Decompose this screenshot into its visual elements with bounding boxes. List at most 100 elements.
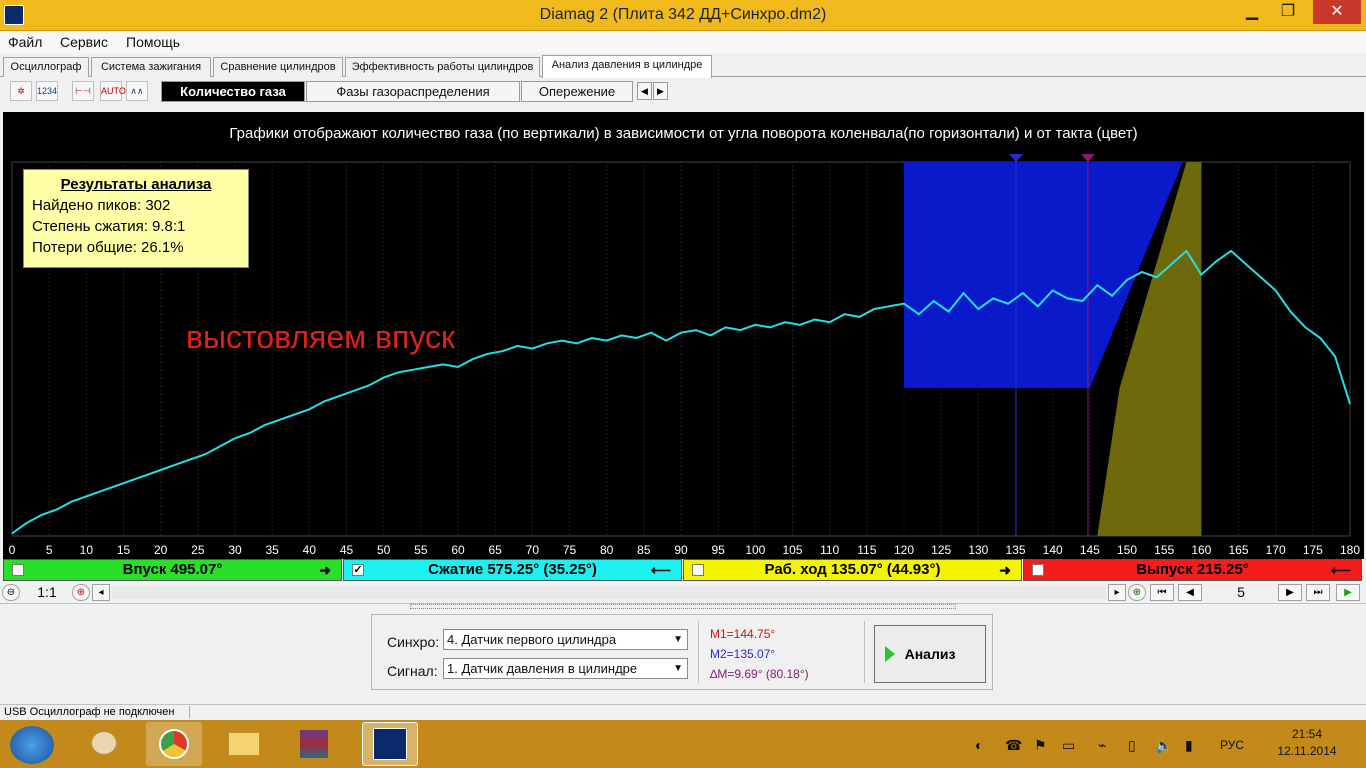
divider (864, 621, 865, 683)
x-tick-label: 145 (1080, 543, 1100, 557)
tabs-scroll-right[interactable]: ▶ (653, 82, 668, 100)
arrow-left-icon[interactable]: ⟵ (651, 560, 671, 580)
zoom-in-icon[interactable]: ⊕ (72, 584, 90, 601)
globe-icon[interactable]: ◐ (975, 737, 983, 753)
x-tick-label: 120 (894, 543, 914, 557)
chrome-app-icon[interactable] (146, 722, 202, 766)
x-tick-label: 45 (340, 543, 354, 557)
scroll-right-button[interactable]: ▸ (1108, 584, 1126, 601)
usb-status: USB Осциллограф не подключен (4, 706, 190, 718)
x-tick-label: 80 (600, 543, 614, 557)
h-scrollbar[interactable] (112, 586, 1106, 599)
x-tick-label: 25 (191, 543, 205, 557)
next-page-button[interactable]: ▶ (1278, 584, 1302, 601)
arrow-left-icon[interactable]: ⟵ (1331, 560, 1351, 580)
1234-icon[interactable]: 1234 (36, 81, 58, 101)
phase-compression[interactable]: ✓ Сжатие 575.25° (35.25°) ⟵ (343, 559, 682, 581)
power-checkbox[interactable] (692, 564, 704, 576)
intake-checkbox[interactable] (12, 564, 24, 576)
taskbar: ◐ ☎ ⚑ ▭ ⌁ ▯ 🔈 ▮ РУС 21:54 12.11.2014 (0, 720, 1366, 768)
diamag-app-icon[interactable] (362, 722, 418, 766)
arrow-right-icon[interactable]: ➜ (999, 560, 1011, 580)
signal-select[interactable]: 1. Датчик давления в цилиндре ▼ (443, 658, 688, 679)
first-page-button[interactable]: ⏮ (1150, 584, 1174, 601)
clock[interactable]: 21:54 12.11.2014 (1272, 726, 1342, 760)
bracket-icon[interactable]: ⊢⊣ (72, 81, 94, 101)
tab-cylinder-efficiency[interactable]: Эффективность работы цилиндров (345, 57, 540, 77)
analyze-label: Анализ (904, 646, 956, 662)
x-tick-label: 0 (9, 543, 16, 557)
zoom-out-icon[interactable]: ⊖ (2, 584, 20, 601)
tab-pressure-analysis[interactable]: Анализ давления в цилиндре (542, 55, 712, 78)
phase-exhaust[interactable]: Выпуск 215.25° ⟵ (1023, 559, 1362, 581)
zoom-plus-icon[interactable]: ⊕ (1128, 584, 1146, 601)
x-tick-label: 60 (451, 543, 465, 557)
volume-icon[interactable]: 🔈 (1155, 737, 1172, 754)
x-tick-label: 170 (1266, 543, 1286, 557)
winrar-app-icon[interactable] (286, 722, 342, 766)
analyze-button[interactable]: Анализ (874, 625, 986, 683)
scroll-left-button[interactable]: ◂ (92, 584, 110, 601)
sync-label: Синхро: (387, 634, 440, 650)
x-tick-label: 180 (1340, 543, 1360, 557)
x-tick-label: 160 (1191, 543, 1211, 557)
tab-cylinder-compare[interactable]: Сравнение цилиндров (213, 57, 343, 77)
flag-icon[interactable]: ⚑ (1034, 737, 1047, 754)
menu-help[interactable]: Помощь (126, 34, 180, 50)
tab-ignition[interactable]: Система зажигания (91, 57, 211, 77)
maximize-button[interactable]: ❐ (1274, 0, 1302, 24)
results-box: Результаты анализа Найдено пиков: 302 Ст… (23, 169, 249, 268)
menu-file[interactable]: Файл (8, 34, 42, 50)
toolbar: ✲ 1234 ⊢⊣ AUTO ∧∧ Количество газа Фазы г… (0, 78, 1366, 104)
clock-time: 21:54 (1291, 727, 1323, 741)
tab-oscilloscope[interactable]: Осциллограф (3, 57, 89, 77)
x-tick-label: 10 (80, 543, 94, 557)
tabs-scroll-left[interactable]: ◀ (637, 82, 652, 100)
last-page-button[interactable]: ⏭ (1306, 584, 1330, 601)
explorer-app-icon[interactable] (216, 722, 272, 766)
phone-icon[interactable]: ☎ (1005, 737, 1022, 754)
close-button[interactable]: ✕ (1313, 0, 1361, 24)
annotation-text: выстовляем впуск (186, 319, 456, 355)
play-button[interactable]: ▶ (1336, 584, 1360, 601)
paint-app-icon[interactable] (76, 722, 132, 766)
start-button[interactable] (10, 726, 54, 764)
marker-m1-triangle (1080, 154, 1095, 162)
usb-icon[interactable]: ⌁ (1098, 737, 1106, 754)
zoom-bar: ⊖ 1:1 ⊕ ◂ ▸ ⊕ ⏮ ◀ 5 ▶ ⏭ ▶ (0, 582, 1366, 604)
menu-service[interactable]: Сервис (60, 34, 108, 50)
subtab-valve-phases[interactable]: Фазы газораспределения (306, 81, 520, 102)
page-number[interactable]: 5 (1206, 584, 1276, 601)
status-bar: USB Осциллограф не подключен (0, 704, 1366, 720)
zoom-ratio: 1:1 (37, 584, 57, 600)
signal-icon[interactable]: ▮ (1185, 737, 1193, 754)
x-tick-label: 70 (526, 543, 540, 557)
exhaust-checkbox[interactable] (1032, 564, 1044, 576)
wave-icon[interactable]: ∧∧ (126, 81, 148, 101)
splitter[interactable] (410, 604, 956, 609)
prev-page-button[interactable]: ◀ (1178, 584, 1202, 601)
network-icon[interactable]: ▭ (1062, 737, 1075, 754)
x-tick-label: 105 (782, 543, 802, 557)
phase-intake[interactable]: Впуск 495.07° ➜ (3, 559, 342, 581)
x-tick-label: 90 (674, 543, 688, 557)
marker-m1: M1=144.75° (710, 627, 776, 641)
divider (698, 621, 699, 683)
x-tick-label: 95 (711, 543, 725, 557)
gear-icon[interactable]: ✲ (10, 81, 32, 101)
chart-panel[interactable]: 0 5 10 15 20 25 30 35 40 45 50 55 60 65 70 75 80 85 90 95 10… (3, 112, 1364, 559)
sync-select[interactable]: 4. Датчик первого цилиндра ▼ (443, 629, 688, 650)
battery-icon[interactable]: ▯ (1128, 737, 1136, 754)
language-indicator[interactable]: РУС (1220, 738, 1244, 752)
auto-icon[interactable]: AUTO (100, 81, 126, 101)
subtab-gas-amount[interactable]: Количество газа (161, 81, 305, 102)
phase-power[interactable]: Раб. ход 135.07° (44.93°) ➜ (683, 559, 1022, 581)
chevron-down-icon: ▼ (673, 634, 683, 645)
compression-checkbox[interactable]: ✓ (352, 564, 364, 576)
x-tick-label: 50 (377, 543, 391, 557)
x-tick-label: 125 (931, 543, 951, 557)
arrow-right-icon[interactable]: ➜ (319, 560, 331, 580)
minimize-button[interactable]: ▁ (1238, 0, 1266, 24)
x-tick-label: 130 (968, 543, 988, 557)
subtab-advance[interactable]: Опережение (521, 81, 633, 102)
